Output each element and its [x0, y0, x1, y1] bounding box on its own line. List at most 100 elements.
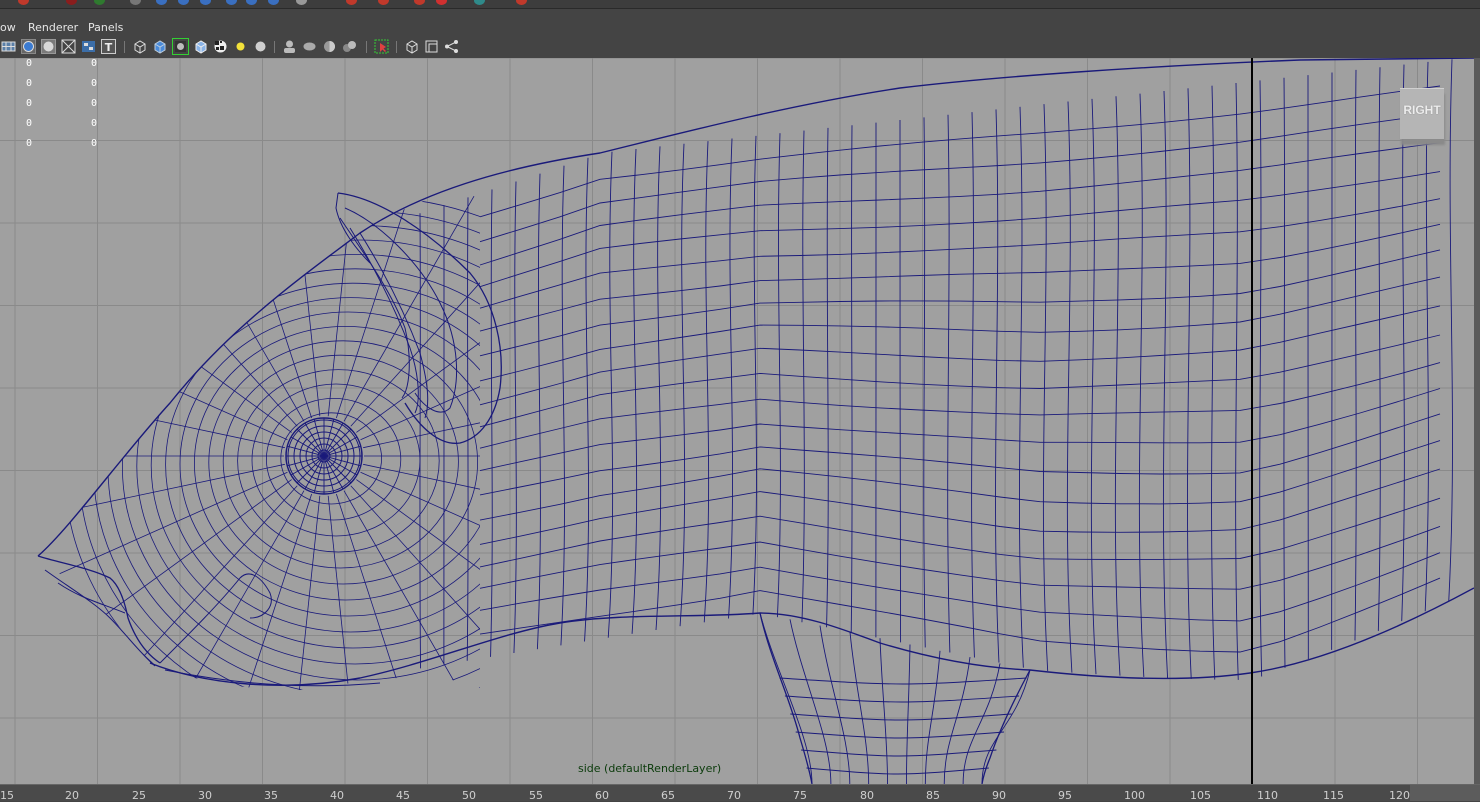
snout-upper	[37, 555, 161, 664]
time-tick: 120	[1389, 789, 1410, 802]
time-tick: 110	[1257, 789, 1278, 802]
cube-textured-icon[interactable]	[193, 39, 208, 54]
shelf-teal-icon[interactable]	[474, 0, 485, 5]
time-tick: 75	[793, 789, 807, 802]
menu-show[interactable]: ow	[0, 21, 16, 34]
hud-value: 0	[26, 78, 33, 89]
cube-shaded-icon[interactable]	[152, 39, 167, 54]
select-arrow-icon[interactable]	[374, 39, 389, 54]
camera-name-label: side (defaultRenderLayer)	[578, 762, 722, 775]
hud-value: 0	[26, 98, 33, 109]
shelf-red-icon[interactable]	[18, 0, 29, 5]
checker-pattern-icon[interactable]	[213, 39, 228, 54]
shelf-blue-icon[interactable]	[156, 0, 167, 5]
hud-value: 0	[91, 58, 98, 69]
svg-text:T: T	[105, 41, 113, 54]
timeline-end-block	[1410, 785, 1480, 801]
cube-frame-icon[interactable]	[404, 39, 419, 54]
time-tick: 65	[661, 789, 675, 802]
grid-icon[interactable]	[1, 39, 16, 54]
time-tick: 115	[1323, 789, 1344, 802]
time-tick: 95	[1058, 789, 1072, 802]
time-tick: 35	[264, 789, 278, 802]
toolbar-separator-4	[396, 41, 397, 53]
front-leg-front	[981, 669, 1031, 784]
time-tick: 20	[65, 789, 79, 802]
nostril-fold	[57, 582, 126, 614]
time-slider[interactable]: 15 20 25 30 35 40 45 50 55 60 65 70 75 8…	[0, 784, 1480, 802]
circle-icon[interactable]	[41, 39, 56, 54]
belly-contour	[149, 587, 1474, 686]
time-tick: 80	[860, 789, 874, 802]
toolbar-separator-2	[274, 41, 275, 53]
hud-value: 0	[91, 78, 98, 89]
wireframe-canvas	[0, 58, 1474, 784]
time-tick: 60	[595, 789, 609, 802]
snout-lower	[44, 569, 156, 667]
side-view-viewport[interactable]: 0 0 0 0 0 0 0 0 0 0 RIGHT side (defaultR…	[0, 58, 1474, 784]
view-cube[interactable]: RIGHT	[1400, 88, 1444, 139]
time-tick: 30	[198, 789, 212, 802]
time-tick: 85	[926, 789, 940, 802]
checker-icon[interactable]	[81, 39, 96, 54]
shelf-green-icon[interactable]	[94, 0, 105, 5]
hud-value: 0	[91, 98, 98, 109]
shelf-line-icon[interactable]	[296, 0, 307, 5]
hud-value: 0	[26, 138, 33, 149]
sphere-gray-icon[interactable]	[253, 39, 268, 54]
shelf-red-circle-icon[interactable]	[436, 0, 447, 5]
time-tick: 25	[132, 789, 146, 802]
time-tick: 70	[727, 789, 741, 802]
hud-value: 0	[91, 118, 98, 129]
shelf-blue-icon-5[interactable]	[246, 0, 257, 5]
shelf-blue-icon-2[interactable]	[178, 0, 189, 5]
cube-wire-icon[interactable]	[132, 39, 147, 54]
toolbar-separator	[124, 41, 125, 53]
panel-menu-bar: ow Renderer Panels	[0, 18, 1480, 38]
shelf-blue-icon-4[interactable]	[226, 0, 237, 5]
menu-renderer[interactable]: Renderer	[28, 21, 78, 34]
shelf-gray-icon[interactable]	[130, 0, 141, 5]
hud-value: 0	[26, 118, 33, 129]
time-tick: 45	[396, 789, 410, 802]
view-cube-label: RIGHT	[1403, 103, 1441, 117]
shelf-blue-icon-3[interactable]	[200, 0, 211, 5]
isolate-select-icon[interactable]	[172, 38, 189, 55]
toolbar-separator-3	[366, 41, 367, 53]
top-shelf-strip	[0, 0, 1480, 9]
shelf-red-arrow-icon[interactable]	[346, 0, 357, 5]
shelf-blue-icon-6[interactable]	[268, 0, 279, 5]
head-icon[interactable]	[282, 39, 297, 54]
menu-panels[interactable]: Panels	[88, 21, 123, 34]
text-t-icon[interactable]: T	[101, 39, 116, 54]
time-tick: 40	[330, 789, 344, 802]
time-tick: 90	[992, 789, 1006, 802]
share-icon[interactable]	[444, 39, 459, 54]
light-icon[interactable]	[233, 39, 248, 54]
shelf-red-arrow-icon-2[interactable]	[378, 0, 389, 5]
panel-toolbar: T	[0, 38, 1480, 57]
time-tick: 50	[462, 789, 476, 802]
time-tick: 15	[0, 789, 14, 802]
body-silhouette	[37, 58, 1474, 557]
hud-value: 0	[91, 138, 98, 149]
shelf-red-icon-2[interactable]	[516, 0, 527, 5]
ear-fold	[339, 217, 410, 399]
body-mesh-lines	[419, 59, 1453, 680]
sphere-icon[interactable]	[21, 39, 36, 54]
time-tick: 55	[529, 789, 543, 802]
panels-icon[interactable]	[424, 39, 439, 54]
shelf-red-arrow-icon-3[interactable]	[414, 0, 425, 5]
eye-wire-lines	[286, 418, 362, 494]
shelf-dark-red-icon[interactable]	[66, 0, 77, 5]
layered-spheres-icon[interactable]	[342, 39, 357, 54]
pig-wireframe-model[interactable]	[24, 58, 1474, 784]
viewport-side-strip	[1474, 58, 1480, 784]
wire-x-icon[interactable]	[61, 39, 76, 54]
time-tick: 105	[1190, 789, 1211, 802]
hud-value: 0	[26, 58, 33, 69]
ellipse-icon[interactable]	[302, 39, 317, 54]
ear-inner	[344, 207, 457, 413]
half-sphere-icon[interactable]	[322, 39, 337, 54]
time-tick: 100	[1124, 789, 1145, 802]
